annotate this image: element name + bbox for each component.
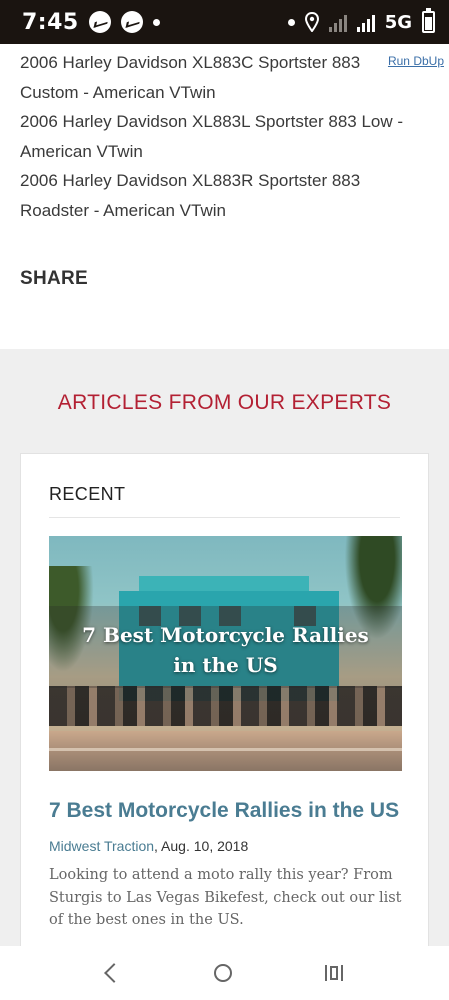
share-heading: SHARE bbox=[20, 268, 89, 289]
articles-heading: ARTICLES FROM OUR EXPERTS bbox=[57, 391, 392, 414]
status-left: 7:45 bbox=[22, 10, 160, 35]
article-meta: Midwest Traction, Aug. 10, 2018 bbox=[49, 838, 248, 854]
image-motorcycles bbox=[49, 686, 402, 726]
divider bbox=[49, 517, 400, 518]
model-line: 2006 Harley Davidson XL883R Sportster 88… bbox=[20, 171, 361, 190]
image-title-line: in the US bbox=[173, 653, 278, 677]
location-icon bbox=[304, 12, 319, 32]
battery-icon bbox=[422, 8, 435, 33]
article-author-link[interactable]: Midwest Traction bbox=[49, 838, 154, 854]
image-road bbox=[49, 731, 402, 771]
messenger-icon bbox=[88, 11, 111, 33]
card-label: RECENT bbox=[49, 484, 126, 504]
network-type: 5G bbox=[384, 11, 412, 33]
article-image[interactable]: 7 Best Motorcycle Rallies in the US bbox=[49, 536, 402, 771]
article-excerpt: Looking to attend a moto rally this year… bbox=[49, 867, 402, 928]
home-circle-icon[interactable] bbox=[213, 964, 232, 982]
model-line: 2006 Harley Davidson XL883L Sportster 88… bbox=[20, 112, 404, 131]
model-line: 2006 Harley Davidson XL883C Sportster 88… bbox=[20, 53, 361, 72]
notification-dot-icon bbox=[152, 18, 160, 26]
image-road-line bbox=[49, 748, 402, 751]
signal-cellular-icon bbox=[356, 12, 375, 32]
signal-wifi-icon bbox=[328, 12, 347, 32]
articles-section: ARTICLES FROM OUR EXPERTS RECENT 7 Best … bbox=[0, 349, 449, 973]
run-dbup-link[interactable]: Run DbUp bbox=[388, 54, 444, 68]
image-title-line: 7 Best Motorcycle Rallies bbox=[82, 623, 369, 647]
messenger-icon bbox=[120, 11, 143, 33]
model-line: Roadster - American VTwin bbox=[20, 200, 226, 220]
recent-articles-card: RECENT 7 Best Motorcycle Rallies in the … bbox=[20, 453, 429, 973]
status-right: 5G bbox=[287, 8, 435, 33]
status-time: 7:45 bbox=[22, 9, 79, 35]
back-chevron-icon[interactable] bbox=[103, 963, 124, 983]
compatible-models-list: 2006 Harley Davidson XL883C Sportster 88… bbox=[20, 48, 440, 225]
model-line: Custom - American VTwin bbox=[20, 82, 216, 102]
image-title: 7 Best Motorcycle Rallies in the US bbox=[49, 620, 402, 680]
system-nav-bar bbox=[0, 946, 449, 1000]
article-date: , Aug. 10, 2018 bbox=[154, 838, 249, 854]
model-line: American VTwin bbox=[20, 141, 143, 161]
article-title-link[interactable]: 7 Best Motorcycle Rallies in the US bbox=[49, 799, 399, 823]
recents-icon[interactable] bbox=[324, 965, 343, 981]
status-bar: 7:45 5G bbox=[0, 0, 449, 44]
notification-dot-icon bbox=[287, 18, 295, 26]
